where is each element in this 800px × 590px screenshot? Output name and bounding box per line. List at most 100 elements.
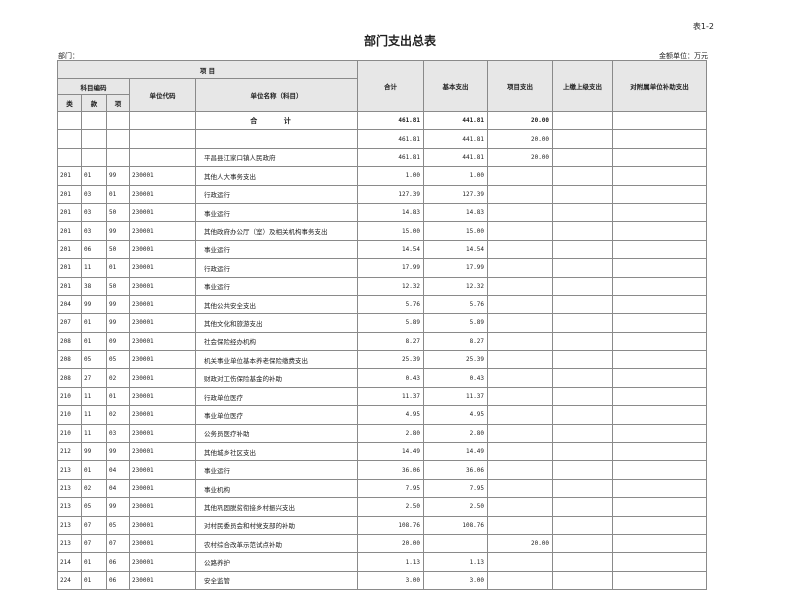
table-row: 224 01 06 230001 安全监管 3.00 3.00 — [57, 570, 708, 590]
cell-upper — [552, 552, 614, 572]
cell-total: 20.00 — [357, 533, 425, 554]
cell-subsidy — [612, 239, 708, 260]
cell-basic: 1.13 — [423, 552, 489, 572]
header-project-expenditure: 项目支出 — [487, 60, 554, 112]
cell-total: 461.81 — [357, 129, 425, 149]
cell-project — [487, 276, 554, 296]
cell-upper — [552, 202, 614, 223]
cell-code: 230001 — [129, 368, 196, 388]
cell-lei: 201 — [57, 239, 82, 260]
table-row: 201 03 01 230001 行政运行 127.39 127.39 — [57, 184, 708, 204]
cell-name — [194, 129, 359, 149]
cell-subsidy — [612, 184, 708, 204]
cell-upper — [552, 221, 614, 241]
cell-subsidy — [612, 202, 708, 223]
cell-kuan: 99 — [81, 294, 107, 315]
cell-xiang: 05 — [106, 350, 130, 370]
table-row: 201 01 99 230001 其他人大事务支出 1.00 1.00 — [57, 166, 708, 186]
cell-total: 0.43 — [357, 368, 425, 388]
cell-upper — [552, 368, 614, 388]
cell-kuan: 01 — [81, 460, 107, 480]
cell-lei: 201 — [57, 221, 82, 241]
table-row: 212 99 99 230001 其他城乡社区支出 14.49 14.49 — [57, 442, 708, 462]
cell-code: 230001 — [129, 570, 196, 590]
cell-subsidy — [612, 147, 708, 168]
cell-kuan: 38 — [81, 276, 107, 296]
cell-total: 14.54 — [357, 239, 425, 260]
cell-total: 1.13 — [357, 552, 425, 572]
table-row: 201 03 99 230001 其他政府办公厅（室）及相关机构事务支出 15.00 15.… — [57, 221, 708, 241]
cell-subsidy — [612, 423, 708, 444]
cell-project — [487, 423, 554, 444]
cell-basic: 11.37 — [423, 386, 489, 407]
cell-project — [487, 405, 554, 425]
cell-project — [487, 478, 554, 499]
cell-xiang: 05 — [106, 515, 130, 535]
cell-kuan: 05 — [81, 350, 107, 370]
cell-xiang: 01 — [106, 386, 130, 407]
cell-code: 230001 — [129, 239, 196, 260]
cell-upper — [552, 239, 614, 260]
cell-upper — [552, 442, 614, 462]
cell-subsidy — [612, 368, 708, 388]
cell-xiang: 99 — [106, 497, 130, 517]
cell-upper — [552, 184, 614, 204]
cell-project: 20.00 — [487, 147, 554, 168]
cell-basic: 2.50 — [423, 497, 489, 517]
cell-project — [487, 184, 554, 204]
cell-upper — [552, 313, 614, 333]
cell-subsidy — [612, 294, 708, 315]
cell-project — [487, 313, 554, 333]
cell-code: 230001 — [129, 405, 196, 425]
cell-kuan: 27 — [81, 368, 107, 388]
cell-basic — [423, 533, 489, 554]
cell-xiang: 04 — [106, 460, 130, 480]
cell-code — [129, 147, 196, 168]
cell-xiang: 04 — [106, 478, 130, 499]
cell-project — [487, 166, 554, 186]
cell-lei: 201 — [57, 202, 82, 223]
table-row: 214 01 06 230001 公路养护 1.13 1.13 — [57, 552, 708, 572]
totals-label: 合 计 — [194, 110, 359, 131]
table-number: 表1-2 — [692, 22, 714, 31]
cell-kuan: 11 — [81, 423, 107, 444]
cell-basic: 441.81 — [423, 129, 489, 149]
cell-lei: 201 — [57, 166, 82, 186]
cell-code: 230001 — [129, 202, 196, 223]
cell-project — [487, 368, 554, 388]
cell-upper — [552, 515, 614, 535]
cell-basic: 3.00 — [423, 570, 489, 590]
cell-subsidy — [612, 350, 708, 370]
cell-xiang: 09 — [106, 331, 130, 352]
cell-basic: 12.32 — [423, 276, 489, 296]
cell-xiang: 03 — [106, 423, 130, 444]
cell-lei: 208 — [57, 331, 82, 352]
cell-upper — [552, 478, 614, 499]
table-row: 201 38 50 230001 事业运行 12.32 12.32 — [57, 276, 708, 296]
cell-basic: 0.43 — [423, 368, 489, 388]
cell-lei: 214 — [57, 552, 82, 572]
cell-xiang: 99 — [106, 166, 130, 186]
cell-total: 12.32 — [357, 276, 425, 296]
cell-code: 230001 — [129, 533, 196, 554]
cell-subsidy — [612, 478, 708, 499]
cell-code: 230001 — [129, 184, 196, 204]
cell-lei: 224 — [57, 570, 82, 590]
table-row: 201 11 01 230001 行政运行 17.99 17.99 — [57, 258, 708, 278]
cell-kuan: 07 — [81, 515, 107, 535]
cell-xiang: 07 — [106, 533, 130, 554]
cell-basic: 17.99 — [423, 258, 489, 278]
cell-name: 平昌县江家口镇人民政府 — [194, 147, 359, 168]
cell-basic: 14.49 — [423, 442, 489, 462]
cell-total: 5.76 — [357, 294, 425, 315]
cell-lei: 210 — [57, 386, 82, 407]
cell-lei: 213 — [57, 497, 82, 517]
cell-name: 其他巩固脱贫衔接乡村振兴支出 — [194, 497, 359, 517]
cell-kuan: 03 — [81, 221, 107, 241]
cell-name: 社会保险经办机构 — [194, 331, 359, 352]
cell-kuan: 11 — [81, 258, 107, 278]
cell-total: 11.37 — [357, 386, 425, 407]
cell-name: 安全监管 — [194, 570, 359, 590]
cell-kuan: 06 — [81, 239, 107, 260]
cell-upper — [552, 533, 614, 554]
